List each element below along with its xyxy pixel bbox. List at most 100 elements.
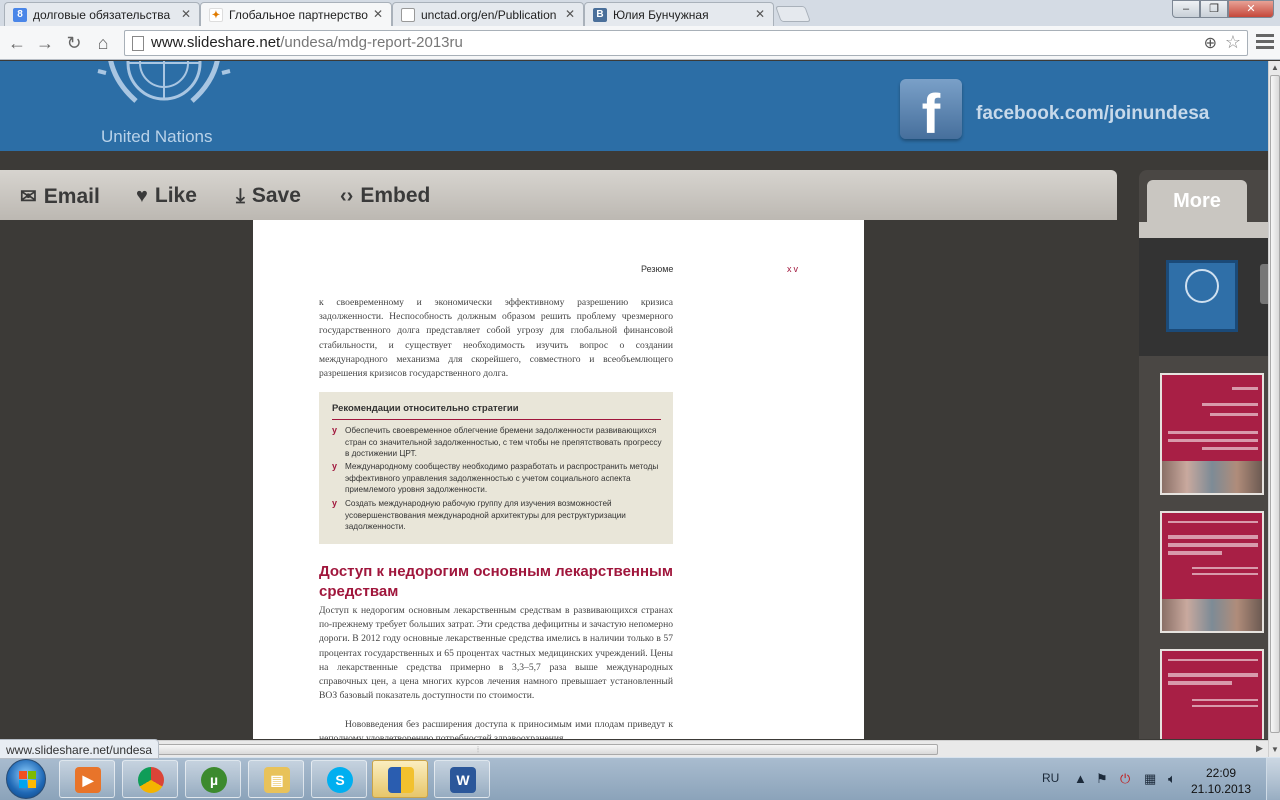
related-doc-french[interactable] bbox=[1160, 511, 1264, 633]
taskbar-media-player[interactable]: ▶ bbox=[59, 760, 115, 798]
windows-taskbar: ▶ µ ▤ S W RU ▲ ⚑ ⏻ ▦ 🔈︎ 22:09 21.10.2013 bbox=[0, 757, 1280, 800]
restore-button[interactable]: ❐ bbox=[1200, 0, 1228, 18]
chrome-icon bbox=[138, 767, 164, 793]
recommendation-item: y Международному сообществу необходимо р… bbox=[332, 461, 665, 496]
like-button[interactable]: ♥ Like bbox=[136, 184, 197, 208]
document-page: Резюме xv к своевременному и экономическ… bbox=[253, 220, 864, 739]
horizontal-scrollbar[interactable]: ◀ ⦙ ▶ bbox=[0, 740, 1268, 757]
scroll-down-icon[interactable]: ▼ bbox=[1271, 745, 1279, 754]
home-button[interactable]: ⌂ bbox=[92, 32, 114, 54]
taskbar-skype[interactable]: S bbox=[311, 760, 367, 798]
un-emblem-icon bbox=[1185, 269, 1219, 303]
scroll-up-icon[interactable]: ▲ bbox=[1271, 63, 1279, 72]
envelope-icon: ✉ bbox=[20, 186, 37, 208]
section-heading: Доступ к недорогим основным лекарственны… bbox=[319, 563, 673, 600]
cover-photo bbox=[1162, 599, 1262, 631]
address-bar[interactable]: www.slideshare.net/undesa/mdg-report-201… bbox=[124, 30, 1248, 56]
scroll-right-icon[interactable]: ▶ bbox=[1256, 743, 1263, 754]
volume-icon[interactable]: 🔈︎ bbox=[1168, 771, 1176, 787]
close-icon[interactable]: ✕ bbox=[565, 7, 575, 21]
code-brackets-icon: ‹› bbox=[340, 184, 354, 207]
un-name: United Nations bbox=[101, 127, 213, 146]
tab-strip: 8 долговые обязательства ✕ ✦ Глобальное … bbox=[0, 0, 1280, 26]
minimize-button[interactable]: – bbox=[1172, 0, 1200, 18]
heart-icon: ♥ bbox=[136, 184, 148, 207]
un-emblem-icon bbox=[97, 61, 231, 103]
more-tab-bar bbox=[1139, 222, 1268, 238]
vertical-scroll-thumb[interactable] bbox=[1270, 75, 1280, 733]
related-doc-spanish[interactable] bbox=[1160, 649, 1264, 739]
language-indicator[interactable]: RU bbox=[1042, 771, 1059, 785]
power-icon[interactable]: ⏻ bbox=[1120, 771, 1130, 787]
url-path: /undesa/mdg-report-2013ru bbox=[280, 34, 463, 51]
flag-icon[interactable]: ⚑ bbox=[1096, 771, 1108, 787]
close-window-button[interactable]: ✕ bbox=[1228, 0, 1274, 18]
next-paragraph: Нововведения без расширения доступа к пр… bbox=[319, 719, 673, 739]
browser-toolbar: ← → ↻ ⌂ www.slideshare.net/undesa/mdg-re… bbox=[0, 26, 1280, 60]
save-label: Save bbox=[251, 184, 301, 207]
forward-button[interactable]: → bbox=[34, 32, 56, 54]
recommendations-box: Рекомендации относительно стратегии y Об… bbox=[319, 392, 673, 544]
close-icon[interactable]: ✕ bbox=[181, 7, 191, 21]
window-controls: – ❐ ✕ bbox=[1172, 0, 1274, 20]
vertical-scrollbar[interactable]: ▲ ▼ bbox=[1268, 61, 1280, 757]
slideshare-action-bar: ✉ Email ♥ Like ⤓ Save ‹› Embed bbox=[0, 170, 1117, 220]
taskbar-explorer[interactable]: ▤ bbox=[248, 760, 304, 798]
download-icon: ⤓ bbox=[236, 184, 245, 207]
running-head: Резюме bbox=[641, 264, 674, 274]
page-content: United Nations f facebook.com/joinundesa… bbox=[0, 61, 1268, 739]
page-icon bbox=[401, 8, 415, 22]
taskbar-utorrent[interactable]: µ bbox=[185, 760, 241, 798]
more-tab[interactable]: More bbox=[1147, 180, 1247, 222]
divider bbox=[332, 419, 661, 420]
related-doc-arabic[interactable] bbox=[1160, 373, 1264, 495]
email-button[interactable]: ✉ Email bbox=[20, 184, 100, 209]
tab-4[interactable]: B Юлия Бунчужная ✕ bbox=[584, 2, 774, 26]
tab-title: Глобальное партнерство bbox=[229, 8, 368, 22]
back-button[interactable]: ← bbox=[6, 32, 28, 54]
intro-paragraph: к своевременному и экономически эффектив… bbox=[319, 297, 673, 380]
undesa-banner: United Nations f facebook.com/joinundesa bbox=[0, 61, 1268, 151]
media-player-icon: ▶ bbox=[75, 767, 101, 793]
taskbar-word[interactable]: W bbox=[434, 760, 490, 798]
zoom-icon[interactable]: ⊕ bbox=[1204, 33, 1217, 53]
close-icon[interactable]: ✕ bbox=[755, 7, 765, 21]
avatar-caption-lines bbox=[1173, 307, 1235, 313]
close-icon[interactable]: ✕ bbox=[373, 7, 383, 21]
tab-title: долговые обязательства bbox=[33, 8, 171, 22]
show-hidden-icons[interactable]: ▲ bbox=[1074, 771, 1087, 786]
page-number: xv bbox=[787, 264, 800, 274]
facebook-link[interactable]: facebook.com/joinundesa bbox=[976, 103, 1209, 125]
page-icon bbox=[132, 36, 144, 51]
tab-2[interactable]: ✦ Глобальное партнерство ✕ bbox=[200, 2, 392, 26]
bullet-icon: y bbox=[332, 498, 338, 508]
new-tab-button[interactable] bbox=[775, 6, 811, 22]
bookmark-star-icon[interactable]: ☆ bbox=[1225, 32, 1241, 53]
bullet-icon: y bbox=[332, 425, 338, 435]
embed-label: Embed bbox=[360, 184, 431, 207]
utorrent-icon: µ bbox=[201, 767, 227, 793]
status-bubble: www.slideshare.net/undesa bbox=[0, 739, 160, 759]
skype-icon: S bbox=[327, 767, 353, 793]
network-icon[interactable]: ▦ bbox=[1144, 771, 1156, 787]
explorer-icon: ▤ bbox=[264, 767, 290, 793]
recommendation-item: y Обеспечить своевременное облегчение бр… bbox=[332, 425, 665, 460]
sidebar-next-item[interactable] bbox=[1260, 264, 1268, 304]
related-sidebar: More bbox=[1139, 170, 1268, 739]
save-button[interactable]: ⤓ Save bbox=[236, 184, 301, 208]
clock[interactable]: 22:09 21.10.2013 bbox=[1190, 765, 1252, 797]
show-desktop-button[interactable] bbox=[1266, 758, 1280, 800]
tab-3[interactable]: unctad.org/en/Publication ✕ bbox=[392, 2, 584, 26]
embed-button[interactable]: ‹› Embed bbox=[340, 184, 430, 208]
taskbar-security-center[interactable] bbox=[372, 760, 428, 798]
tab-title: Юлия Бунчужная bbox=[613, 8, 709, 22]
start-button[interactable] bbox=[6, 759, 46, 799]
facebook-icon[interactable]: f bbox=[900, 79, 962, 145]
tab-1[interactable]: 8 долговые обязательства ✕ bbox=[4, 2, 200, 26]
undesa-avatar[interactable] bbox=[1166, 260, 1238, 332]
reload-button[interactable]: ↻ bbox=[63, 32, 85, 54]
clock-time: 22:09 bbox=[1205, 766, 1237, 780]
chrome-menu-button[interactable] bbox=[1256, 34, 1274, 50]
security-shield-icon bbox=[388, 767, 414, 793]
taskbar-chrome[interactable] bbox=[122, 760, 178, 798]
